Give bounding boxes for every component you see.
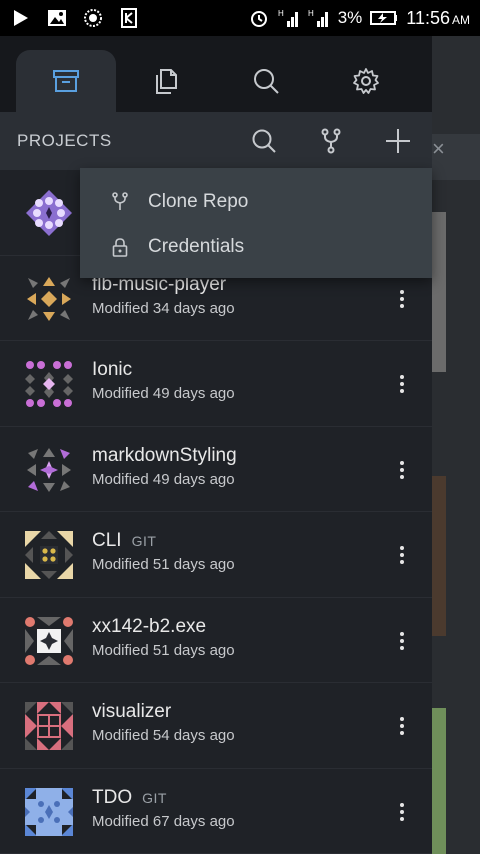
clock: 11:56 xyxy=(406,7,450,28)
credentials-menu-item[interactable]: Credentials xyxy=(80,225,432,269)
project-name: markdownStyling xyxy=(92,444,237,466)
list-item[interactable]: Ionic Modified 49 days ago xyxy=(0,341,432,427)
alarm-icon xyxy=(250,11,267,27)
projects-header: PROJECTS xyxy=(0,112,432,170)
search-projects-button[interactable] xyxy=(246,124,282,158)
more-vert-icon xyxy=(400,717,404,735)
clone-repo-menu-item[interactable]: Clone Repo xyxy=(80,180,432,224)
project-avatar xyxy=(27,276,71,321)
tab-files[interactable] xyxy=(116,50,216,112)
project-avatar xyxy=(25,787,73,836)
project-modified: Modified 51 days ago xyxy=(92,641,235,659)
tab-projects[interactable] xyxy=(16,50,116,112)
list-item[interactable]: xx142-b2.exe Modified 51 days ago xyxy=(0,598,432,683)
background-image xyxy=(432,212,446,372)
project-modified: Modified 51 days ago xyxy=(92,556,235,573)
project-avatar xyxy=(25,531,73,579)
add-project-button[interactable] xyxy=(380,124,416,158)
project-avatar xyxy=(25,616,73,665)
git-badge: GIT xyxy=(142,789,167,806)
app-icon xyxy=(121,8,137,28)
svg-text:H: H xyxy=(308,9,314,18)
files-icon xyxy=(156,69,177,94)
gallery-icon xyxy=(48,10,66,26)
project-avatar xyxy=(25,361,73,407)
background-image xyxy=(432,476,446,636)
project-modified: Modified 49 days ago xyxy=(92,385,235,402)
search-icon xyxy=(252,129,276,153)
project-modified: Modified 54 days ago xyxy=(92,727,235,744)
tab-search[interactable] xyxy=(216,50,316,112)
more-options-button[interactable] xyxy=(390,282,414,316)
list-item[interactable]: markdownStyling Modified 49 days ago xyxy=(0,427,432,512)
background-image xyxy=(432,708,446,854)
more-options-button[interactable] xyxy=(390,624,414,658)
project-name: CLI xyxy=(92,530,122,551)
more-options-button[interactable] xyxy=(390,453,414,487)
signal-h-icon: H xyxy=(308,9,328,27)
plus-icon xyxy=(386,129,410,153)
lock-icon xyxy=(112,238,128,257)
project-avatar xyxy=(26,190,72,236)
more-options-button[interactable] xyxy=(390,538,414,572)
archive-icon xyxy=(53,70,79,92)
more-vert-icon xyxy=(400,460,404,479)
list-item[interactable]: CLI GIT Modified 51 days ago xyxy=(0,512,432,598)
more-vert-icon xyxy=(400,289,404,308)
svg-text:H: H xyxy=(278,9,284,18)
background-app: × xyxy=(432,36,480,854)
navigation-drawer: PROJECTS flb-music-player Modified 34 da… xyxy=(0,36,432,854)
more-vert-icon xyxy=(400,631,404,650)
add-project-menu: Clone Repo Credentials xyxy=(80,168,432,278)
project-name: TDO xyxy=(92,786,133,808)
page-title: PROJECTS xyxy=(17,131,112,150)
more-vert-icon xyxy=(400,375,404,393)
drawer-tabs xyxy=(0,36,432,112)
project-name: visualizer xyxy=(92,701,172,722)
fork-icon xyxy=(321,128,341,154)
menu-item-label: Clone Repo xyxy=(148,191,249,212)
more-vert-icon xyxy=(400,546,404,564)
git-fork-button[interactable] xyxy=(313,124,349,158)
gear-icon xyxy=(353,68,379,94)
more-options-button[interactable] xyxy=(390,367,414,401)
project-modified: Modified 34 days ago xyxy=(92,299,235,317)
project-avatar xyxy=(25,702,73,750)
signal-h-icon: H xyxy=(278,9,298,27)
clock-ampm: AM xyxy=(452,12,470,27)
tab-settings[interactable] xyxy=(316,50,416,112)
status-bar: H H 3% 11:56 AM xyxy=(0,0,480,36)
more-options-button[interactable] xyxy=(390,709,414,743)
search-icon xyxy=(254,69,279,94)
git-badge: GIT xyxy=(131,533,157,549)
list-item[interactable]: TDO GIT Modified 67 days ago xyxy=(0,769,432,854)
fork-icon xyxy=(112,192,128,210)
list-item[interactable]: visualizer Modified 54 days ago xyxy=(0,683,432,769)
battery-percent: 3% xyxy=(337,8,363,27)
play-store-icon xyxy=(14,10,28,26)
project-avatar xyxy=(27,447,71,492)
more-options-button[interactable] xyxy=(390,795,414,829)
project-modified: Modified 49 days ago xyxy=(92,470,235,488)
battery-charging-icon xyxy=(370,11,398,25)
project-name: xx142-b2.exe xyxy=(92,615,207,637)
more-vert-icon xyxy=(400,802,404,821)
project-modified: Modified 67 days ago xyxy=(92,812,235,830)
project-name: Ionic xyxy=(92,359,133,380)
close-icon[interactable]: × xyxy=(432,136,452,166)
menu-item-label: Credentials xyxy=(148,236,245,257)
sync-icon xyxy=(84,9,102,27)
